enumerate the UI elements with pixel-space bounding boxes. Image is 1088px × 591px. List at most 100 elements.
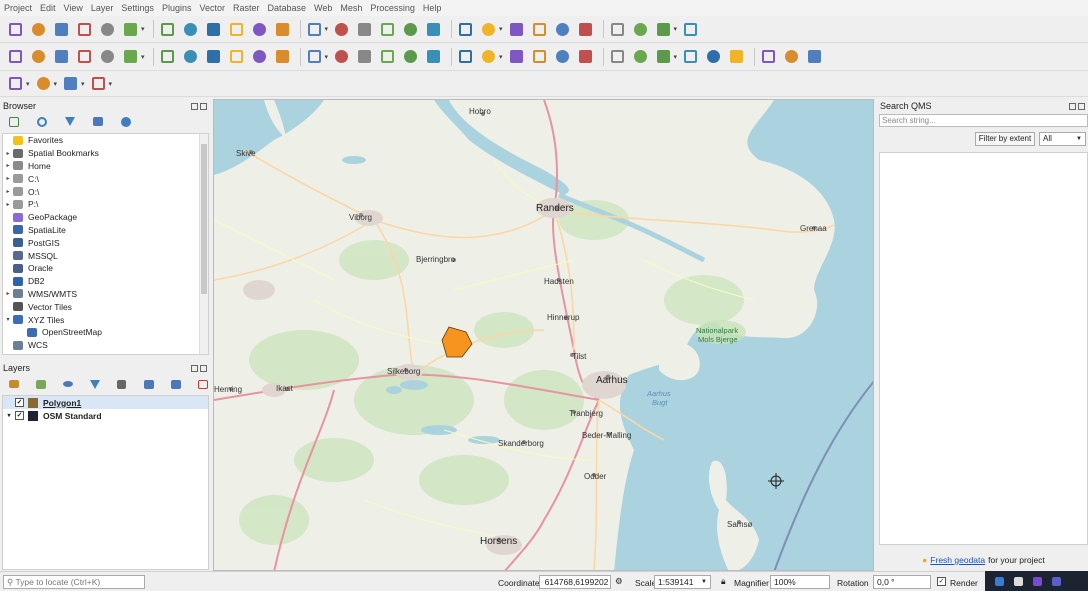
browser-item[interactable]: ▾ XYZ Tiles xyxy=(3,313,208,326)
zoom-out-icon[interactable] xyxy=(227,20,246,39)
layer-visibility-checkbox[interactable]: ✓ xyxy=(15,411,24,420)
refresh-icon[interactable] xyxy=(456,20,475,39)
collapse-all-icon[interactable] xyxy=(88,112,107,131)
new-bookmark-icon[interactable] xyxy=(401,20,420,39)
float-panel-icon[interactable] xyxy=(191,364,198,372)
map-canvas[interactable]: Hobro Skive Randers Viborg Grenaa Bjerri… xyxy=(213,99,874,571)
dropdown-arrow-icon[interactable]: ▾ xyxy=(325,53,329,61)
zoom-layer-icon[interactable] xyxy=(305,20,324,39)
expand-all-icon[interactable] xyxy=(139,375,158,394)
open-project-icon[interactable] xyxy=(29,20,48,39)
browser-item[interactable]: ▸ C:\ xyxy=(3,172,208,185)
app-tray-icon[interactable] xyxy=(1033,576,1042,586)
browser-scrollbar[interactable] xyxy=(199,134,208,354)
label-layer-icon[interactable] xyxy=(631,47,650,66)
zoom-full-icon[interactable] xyxy=(250,20,269,39)
add-group-icon[interactable] xyxy=(31,375,50,394)
data-source-manager-icon[interactable] xyxy=(6,47,25,66)
menu-layer[interactable]: Layer xyxy=(91,3,114,13)
dropdown-arrow-icon[interactable]: ▾ xyxy=(109,80,113,88)
expand-arrow-icon[interactable]: ▸ xyxy=(3,201,13,208)
layers-tree[interactable]: ✓ Polygon1 ▾ ✓ OSM Standard xyxy=(2,395,209,570)
toggle-extents-icon[interactable]: ⚙ xyxy=(615,576,623,587)
browser-item[interactable]: WCS xyxy=(3,339,208,352)
menu-database[interactable]: Database xyxy=(268,3,307,13)
dropdown-arrow-icon[interactable]: ▾ xyxy=(26,80,30,88)
qms-results-list[interactable] xyxy=(879,152,1088,545)
qms-search-input[interactable]: Search string... xyxy=(879,114,1088,127)
browser-item[interactable]: PostGIS xyxy=(3,236,208,249)
label-diagram-icon[interactable] xyxy=(608,47,627,66)
attribute-table-icon[interactable] xyxy=(530,20,549,39)
layer-visibility-checkbox[interactable]: ✓ xyxy=(15,398,24,407)
zoom-last-icon[interactable] xyxy=(355,20,374,39)
browser-item[interactable]: Oracle xyxy=(3,262,208,275)
current-edits-icon[interactable] xyxy=(158,47,177,66)
browser-item[interactable]: ▸ Home xyxy=(3,160,208,173)
browser-item[interactable]: ▸ WMS/WMTS xyxy=(3,288,208,301)
expand-arrow-icon[interactable]: ▾ xyxy=(3,316,13,323)
menu-plugins[interactable]: Plugins xyxy=(162,3,192,13)
scale-combobox[interactable]: 1:539141 ▼ xyxy=(654,575,711,589)
label-show-icon[interactable] xyxy=(507,47,526,66)
processing-toolbox-icon[interactable] xyxy=(553,20,572,39)
menu-web[interactable]: Web xyxy=(314,3,332,13)
bluetooth-icon[interactable] xyxy=(995,576,1004,586)
label-rotate-icon[interactable] xyxy=(553,47,572,66)
layer-styling-icon[interactable] xyxy=(4,375,23,394)
zoom-native-icon[interactable] xyxy=(332,20,351,39)
select-icon[interactable] xyxy=(654,20,673,39)
show-bookmarks-icon[interactable] xyxy=(424,20,443,39)
browser-item[interactable]: DB2 xyxy=(3,275,208,288)
text-annotation-icon[interactable] xyxy=(681,20,700,39)
menu-edit[interactable]: Edit xyxy=(40,3,56,13)
filter-expression-icon[interactable] xyxy=(112,375,131,394)
select-by-location-icon[interactable] xyxy=(89,74,108,93)
browser-item[interactable]: OpenStreetMap xyxy=(3,326,208,339)
dropdown-arrow-icon[interactable]: ▾ xyxy=(141,25,145,33)
help-icon[interactable] xyxy=(805,47,824,66)
browser-item[interactable]: Favorites xyxy=(3,134,208,147)
add-selected-layers-icon[interactable] xyxy=(4,112,23,131)
close-panel-icon[interactable] xyxy=(1078,102,1085,110)
refresh-icon[interactable] xyxy=(32,112,51,131)
menu-help[interactable]: Help xyxy=(423,3,442,13)
manage-visibility-icon[interactable] xyxy=(58,375,77,394)
float-panel-icon[interactable] xyxy=(191,102,198,110)
dropdown-arrow-icon[interactable]: ▾ xyxy=(54,80,58,88)
osm-icon[interactable] xyxy=(727,47,746,66)
browser-tree[interactable]: Favorites ▸ Spatial Bookmarks ▸ Home ▸ C:\ ▸ O:\… xyxy=(2,133,209,355)
dropdown-arrow-icon[interactable]: ▾ xyxy=(325,25,329,33)
redo-icon[interactable] xyxy=(424,47,443,66)
pan-icon[interactable] xyxy=(158,20,177,39)
style-manager-icon[interactable] xyxy=(121,20,140,39)
menu-processing[interactable]: Processing xyxy=(370,3,415,13)
layer-row[interactable]: ▾ ✓ OSM Standard xyxy=(3,409,208,422)
rotation-spinbox[interactable]: 0,0 ° xyxy=(873,575,931,589)
coordinate-field[interactable]: 614768,6199202 xyxy=(539,575,611,589)
float-panel-icon[interactable] xyxy=(1069,102,1076,110)
dropdown-arrow-icon[interactable]: ▾ xyxy=(674,25,678,33)
menu-settings[interactable]: Settings xyxy=(121,3,154,13)
temporal-icon[interactable] xyxy=(479,20,498,39)
new-temporary-layer-icon[interactable] xyxy=(98,47,117,66)
collapse-all-icon[interactable] xyxy=(166,375,185,394)
label-icon[interactable] xyxy=(456,47,475,66)
new-project-icon[interactable] xyxy=(6,20,25,39)
filter-icon[interactable] xyxy=(60,112,79,131)
browser-item[interactable]: MSSQL xyxy=(3,249,208,262)
dropdown-arrow-icon[interactable]: ▾ xyxy=(674,53,678,61)
new-shapefile-icon[interactable] xyxy=(52,47,71,66)
undo-icon[interactable] xyxy=(401,47,420,66)
filter-by-extent-button[interactable]: Filter by extent xyxy=(975,132,1035,146)
fresh-geodata-link[interactable]: Fresh geodata xyxy=(930,555,985,565)
save-project-icon[interactable] xyxy=(52,20,71,39)
toggle-editing-icon[interactable] xyxy=(181,47,200,66)
pan-to-selection-icon[interactable] xyxy=(181,20,200,39)
filter-legend-icon[interactable] xyxy=(85,375,104,394)
delete-selected-icon[interactable] xyxy=(305,47,324,66)
select-by-expression-icon[interactable] xyxy=(61,74,80,93)
modify-attributes-icon[interactable] xyxy=(273,47,292,66)
new-spatialite-icon[interactable] xyxy=(75,47,94,66)
identify-icon[interactable] xyxy=(507,20,526,39)
